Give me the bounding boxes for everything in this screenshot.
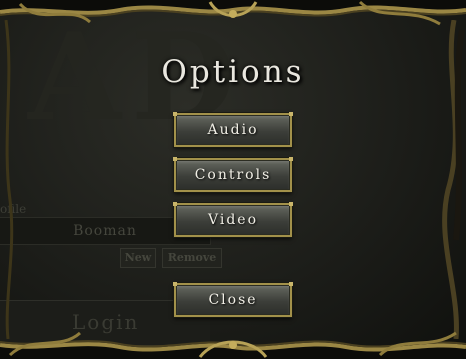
- background-remove-button: Remove: [162, 248, 222, 268]
- background-new-button: New: [120, 248, 156, 268]
- video-button[interactable]: Video: [173, 202, 293, 238]
- ornate-frame-bottom-icon: [0, 331, 466, 359]
- close-button[interactable]: Close: [173, 282, 293, 318]
- audio-button[interactable]: Audio: [173, 112, 293, 148]
- controls-button[interactable]: Controls: [173, 157, 293, 193]
- page-title: Options: [161, 54, 305, 90]
- ornate-frame-top-icon: [0, 0, 466, 26]
